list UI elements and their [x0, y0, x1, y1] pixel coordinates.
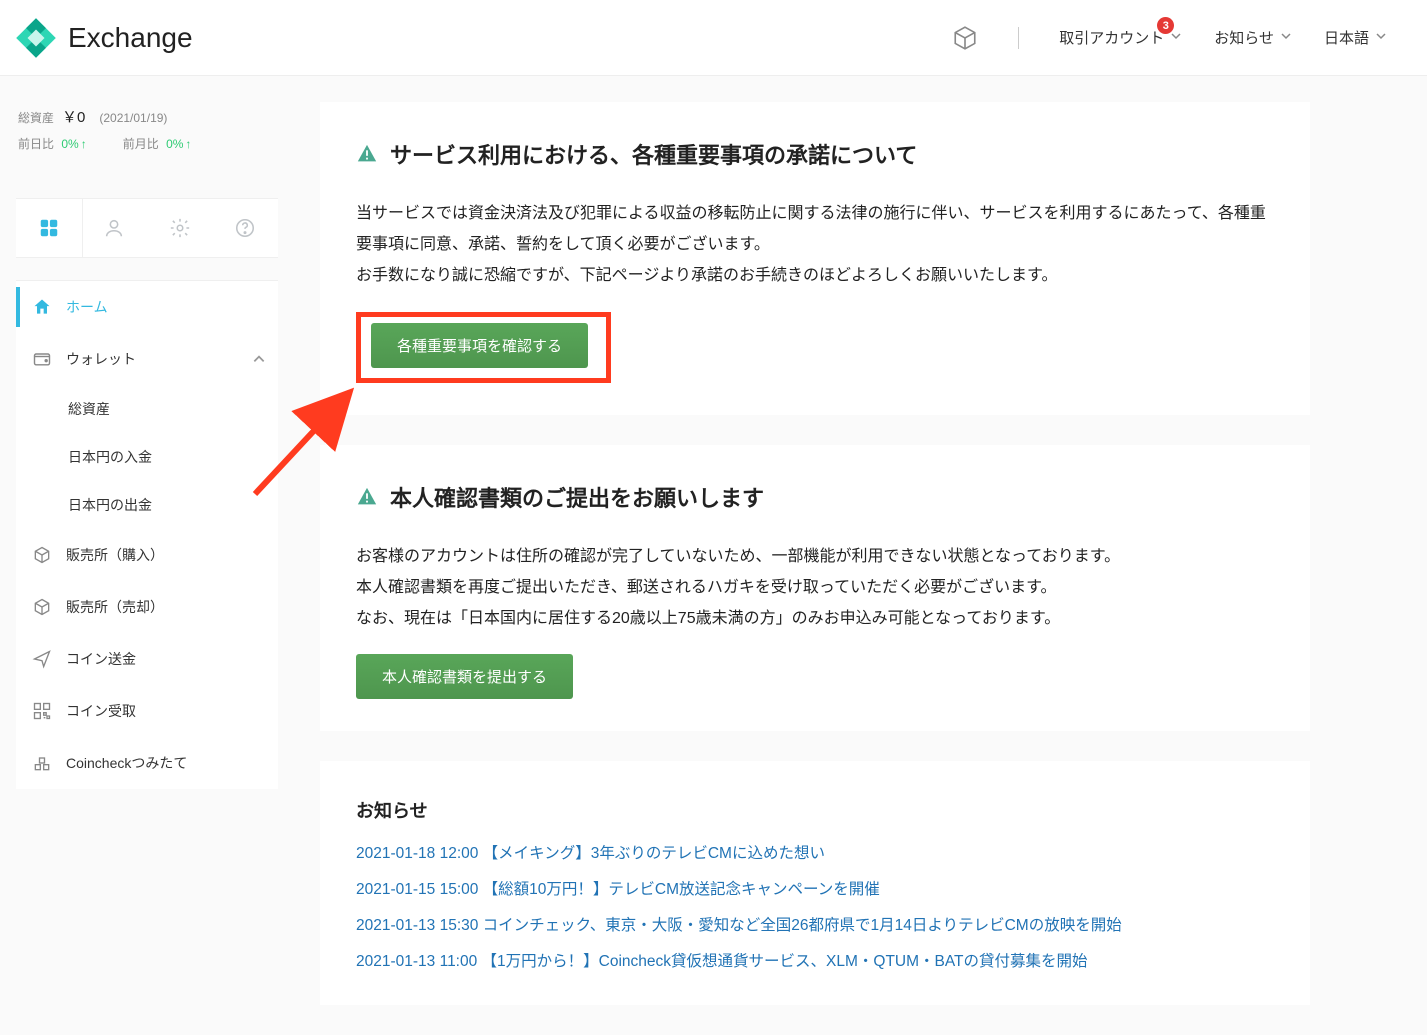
sidebar-item-send[interactable]: コイン送金 — [16, 633, 278, 685]
sidebar-item-buy[interactable]: 販売所（購入） — [16, 529, 278, 581]
sidebar-item-label: 販売所（売却） — [66, 597, 164, 617]
news-panel: お知らせ 2021-01-18 12:00 【メイキング】3年ぶりのテレビCMに… — [320, 761, 1310, 1005]
sidebar-item-label: ウォレット — [66, 349, 136, 369]
sidebar-item-wallet[interactable]: ウォレット — [16, 333, 278, 385]
chevron-down-icon — [1280, 29, 1292, 46]
logo-icon — [16, 18, 56, 58]
panel-text-1: 当サービスでは資金決済法及び犯罪による収益の移転防止に関する法律の施行に伴い、サ… — [356, 198, 1274, 260]
nav-account-label: 取引アカウント — [1059, 27, 1164, 48]
cube-icon — [32, 545, 52, 565]
sidebar-item-receive[interactable]: コイン受取 — [16, 685, 278, 737]
cube-icon — [32, 597, 52, 617]
sidebar: 総資産 ￥0 (2021/01/19) 前日比 0%↑ 前月比 0%↑ — [16, 102, 278, 789]
sidebar-item-tsumitate[interactable]: Coincheckつみたて — [16, 737, 278, 789]
sidebar-item-wallet-total[interactable]: 総資産 — [16, 385, 278, 433]
panel-body: 当サービスでは資金決済法及び犯罪による収益の移転防止に関する法律の施行に伴い、サ… — [356, 198, 1274, 292]
global-header: Exchange 取引アカウント 3 お知らせ 日本語 — [0, 0, 1427, 76]
news-link[interactable]: 2021-01-13 15:30 コインチェック、東京・大阪・愛知など全国26都… — [356, 913, 1274, 935]
balance-date: (2021/01/19) — [99, 111, 167, 125]
stack-icon — [32, 753, 52, 773]
sidebar-item-label: ホーム — [66, 297, 108, 317]
news-link[interactable]: 2021-01-13 11:00 【1万円から！】Coincheck貸仮想通貨サ… — [356, 949, 1274, 971]
news-link[interactable]: 2021-01-15 15:00 【総額10万円！】テレビCM放送記念キャンペー… — [356, 877, 1274, 899]
month-change-value: 0% — [166, 137, 183, 151]
chevron-down-icon — [1170, 29, 1182, 46]
balance-summary: 総資産 ￥0 (2021/01/19) 前日比 0%↑ 前月比 0%↑ — [16, 102, 278, 198]
sidebar-item-label: Coincheckつみたて — [66, 753, 187, 773]
wallet-icon — [32, 349, 52, 369]
header-nav: 取引アカウント 3 お知らせ 日本語 — [952, 25, 1387, 51]
up-arrow-icon: ↑ — [81, 137, 87, 151]
warning-icon — [356, 143, 378, 165]
panel-text-2: お手数になり誠に恐縮ですが、下記ページより承諾のお手続きのほどよろしくお願いいた… — [356, 260, 1274, 291]
kyc-panel: 本人確認書類のご提出をお願いします お客様のアカウントは住所の確認が完了していな… — [320, 445, 1310, 732]
sidebar-item-sell[interactable]: 販売所（売却） — [16, 581, 278, 633]
sidebar-item-label: コイン受取 — [66, 701, 136, 721]
sidebar-tabs — [16, 198, 278, 258]
tab-dashboard[interactable] — [16, 199, 82, 257]
qr-icon — [32, 701, 52, 721]
month-change-label: 前月比 — [123, 137, 159, 151]
panel-text-2: 本人確認書類を再度ご提出いただき、郵送されるハガキを受け取っていただく必要がござ… — [356, 572, 1274, 603]
tab-settings[interactable] — [147, 199, 213, 257]
sidebar-item-wallet-withdraw[interactable]: 日本円の出金 — [16, 481, 278, 529]
panel-body: お客様のアカウントは住所の確認が完了していないため、一部機能が利用できない状態と… — [356, 541, 1274, 635]
nav-lang-dropdown[interactable]: 日本語 — [1324, 27, 1387, 48]
confirm-terms-button[interactable]: 各種重要事項を確認する — [371, 323, 588, 368]
day-change-label: 前日比 — [18, 137, 54, 151]
logo-area[interactable]: Exchange — [16, 18, 193, 58]
sidebar-item-home[interactable]: ホーム — [16, 281, 278, 333]
nav-account-dropdown[interactable]: 取引アカウント 3 — [1059, 27, 1182, 48]
news-link[interactable]: 2021-01-18 12:00 【メイキング】3年ぶりのテレビCMに込めた想い — [356, 841, 1274, 863]
news-title: お知らせ — [356, 797, 1274, 823]
home-icon — [32, 297, 52, 317]
chevron-up-icon — [252, 352, 266, 366]
cube-icon[interactable] — [952, 25, 978, 51]
panel-title: サービス利用における、各種重要事項の承諾について — [390, 138, 917, 170]
chevron-down-icon — [1375, 29, 1387, 46]
send-icon — [32, 649, 52, 669]
sidebar-item-label: コイン送金 — [66, 649, 136, 669]
warning-icon — [356, 486, 378, 508]
divider — [1018, 27, 1019, 49]
submit-kyc-button[interactable]: 本人確認書類を提出する — [356, 654, 573, 699]
sidebar-nav: ホーム ウォレット 総資産 日本円の入金 日本円の出金 販売所（購入） 販売所（… — [16, 280, 278, 789]
logo-text: Exchange — [68, 22, 193, 54]
nav-news-dropdown[interactable]: お知らせ — [1214, 27, 1292, 48]
sidebar-item-label: 販売所（購入） — [66, 545, 164, 565]
nav-lang-label: 日本語 — [1324, 27, 1369, 48]
panel-text-3: なお、現在は「日本国内に居住する20歳以上75歳未満の方」のみお申込み可能となっ… — [356, 603, 1274, 634]
total-assets-value: ￥0 — [62, 106, 85, 127]
panel-text-1: お客様のアカウントは住所の確認が完了していないため、一部機能が利用できない状態と… — [356, 541, 1274, 572]
main-content: サービス利用における、各種重要事項の承諾について 当サービスでは資金決済法及び犯… — [320, 102, 1310, 1035]
nav-news-label: お知らせ — [1214, 27, 1274, 48]
panel-title: 本人確認書類のご提出をお願いします — [390, 481, 764, 513]
annotation-highlight-box: 各種重要事項を確認する — [356, 312, 611, 383]
sidebar-item-wallet-deposit[interactable]: 日本円の入金 — [16, 433, 278, 481]
total-assets-label: 総資産 — [18, 109, 54, 126]
up-arrow-icon: ↑ — [185, 137, 191, 151]
tab-help[interactable] — [213, 199, 279, 257]
consent-panel: サービス利用における、各種重要事項の承諾について 当サービスでは資金決済法及び犯… — [320, 102, 1310, 415]
day-change-value: 0% — [61, 137, 78, 151]
tab-account[interactable] — [82, 199, 148, 257]
